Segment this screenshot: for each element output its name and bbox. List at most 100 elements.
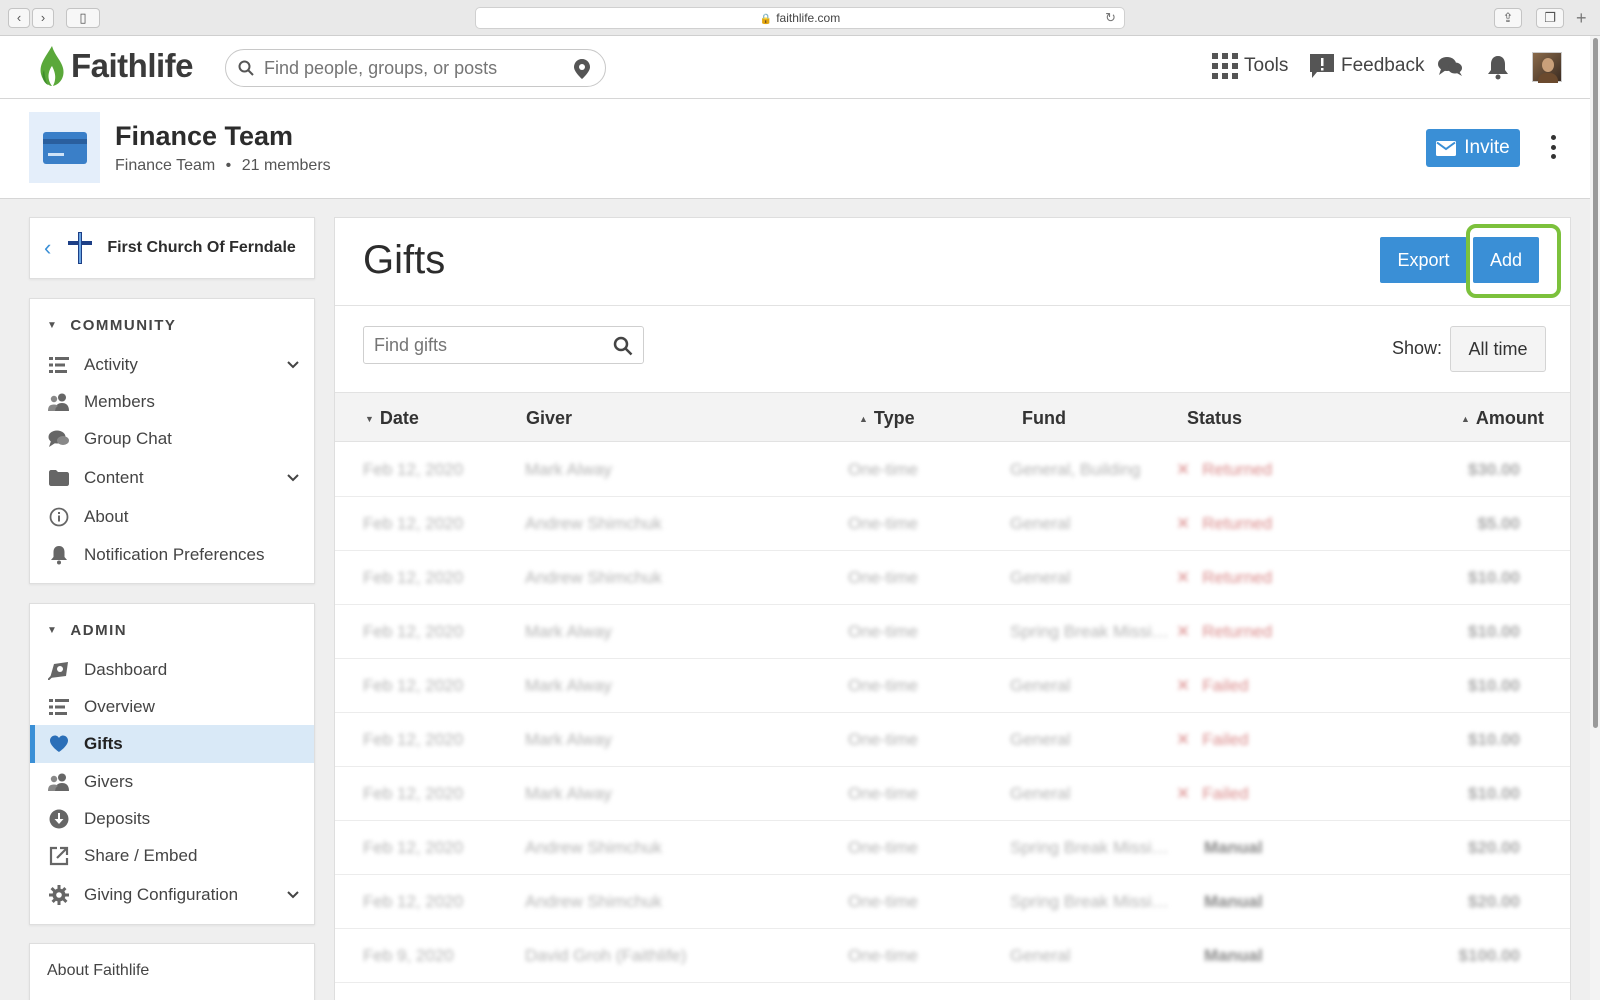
- location-pin-icon[interactable]: [573, 58, 591, 80]
- feedback-label: Feedback: [1341, 55, 1425, 76]
- cell-fund: General: [1010, 676, 1071, 695]
- add-button[interactable]: Add: [1473, 237, 1539, 283]
- cell-type: One-time: [848, 946, 918, 965]
- more-options-icon[interactable]: [1546, 135, 1560, 159]
- cell-amount: $20.00: [1468, 892, 1520, 911]
- search-icon[interactable]: [613, 336, 633, 356]
- forward-arrow-icon[interactable]: ›: [32, 8, 54, 28]
- browser-toolbar: ‹ › ▯ 🔒 faithlife.com ↻ ⇪ ❐ +: [0, 0, 1600, 36]
- dashboard-icon: [48, 660, 70, 680]
- sidebar-item-share-embed[interactable]: Share / Embed: [30, 837, 314, 875]
- find-gifts-input[interactable]: [364, 334, 594, 356]
- member-count[interactable]: 21 members: [242, 157, 331, 174]
- messages-icon[interactable]: [1437, 55, 1463, 79]
- sidebar-item-activity[interactable]: Activity: [30, 346, 314, 384]
- tools-menu[interactable]: Tools: [1212, 53, 1288, 79]
- export-button[interactable]: Export: [1380, 237, 1467, 283]
- back-arrow-icon[interactable]: ‹: [8, 8, 30, 28]
- cell-type: One-time: [848, 838, 918, 857]
- chevron-down-icon[interactable]: [286, 885, 300, 905]
- sidebar-item-gifts[interactable]: Gifts: [30, 725, 314, 763]
- status-text: Returned: [1202, 568, 1273, 587]
- sidebar-item-deposits[interactable]: Deposits: [30, 800, 314, 838]
- sidebar-item-content[interactable]: Content: [30, 459, 314, 497]
- tools-label: Tools: [1244, 55, 1289, 76]
- sidebar-item-dashboard[interactable]: Dashboard: [30, 651, 314, 689]
- table-row[interactable]: Feb 12, 2020 Andrew Shimchuk One-time Gener…: [335, 550, 1570, 605]
- status-text: Failed: [1202, 784, 1249, 803]
- cell-date: Feb 12, 2020: [363, 784, 464, 803]
- column-type[interactable]: ▲ Type: [859, 408, 915, 429]
- user-avatar[interactable]: [1532, 52, 1562, 83]
- column-amount[interactable]: ▲ Amount: [1461, 408, 1544, 429]
- page-scrollbar[interactable]: [1590, 36, 1600, 1000]
- cell-type: One-time: [848, 514, 918, 533]
- sidebar-item-giving-configuration[interactable]: Giving Configuration: [30, 876, 314, 914]
- address-bar[interactable]: 🔒 faithlife.com ↻: [475, 7, 1125, 29]
- faithlife-logo[interactable]: Faithlife: [37, 44, 194, 88]
- sidebar-item-label: Notification Preferences: [84, 545, 265, 564]
- group-name-link[interactable]: Finance Team: [115, 157, 215, 174]
- sidebar-item-label: Overview: [84, 697, 155, 716]
- column-status[interactable]: Status: [1187, 408, 1242, 429]
- table-row[interactable]: Feb 12, 2020 Mark Alway One-time Spring Bre…: [335, 604, 1570, 659]
- share-icon[interactable]: ⇪: [1494, 8, 1522, 28]
- search-input[interactable]: [264, 57, 564, 79]
- cell-amount: $10.00: [1468, 622, 1520, 641]
- about-faithlife-link[interactable]: About Faithlife: [47, 962, 149, 980]
- back-chevron-icon[interactable]: ‹: [44, 235, 51, 261]
- find-gifts-search[interactable]: [363, 326, 644, 364]
- cell-date: Feb 12, 2020: [363, 568, 464, 587]
- chevron-down-icon[interactable]: [286, 468, 300, 488]
- grid-icon: [1212, 53, 1238, 79]
- cell-type: One-time: [848, 622, 918, 641]
- sidebar-item-givers[interactable]: Givers: [30, 763, 314, 801]
- status-text: Manual: [1204, 946, 1263, 965]
- list-icon: [48, 697, 70, 717]
- tabs-icon[interactable]: ❐: [1536, 8, 1564, 28]
- cell-giver: Mark Alway: [525, 784, 612, 803]
- table-row[interactable]: Feb 9, 2020 David Groh (Faithlife) One-tim…: [335, 928, 1570, 983]
- global-search[interactable]: [225, 49, 606, 87]
- cell-type: One-time: [848, 676, 918, 695]
- sidebar-item-members[interactable]: Members: [30, 383, 314, 421]
- table-row[interactable]: Feb 12, 2020 Mark Alway One-time General ✕ Fa…: [335, 658, 1570, 713]
- sidebar-toggle-icon[interactable]: ▯: [66, 8, 100, 28]
- admin-heading: ADMIN: [70, 622, 128, 639]
- time-range-dropdown[interactable]: All time: [1450, 326, 1546, 372]
- sidebar-item-overview[interactable]: Overview: [30, 688, 314, 726]
- x-mark-icon: ✕: [1176, 568, 1191, 587]
- chevron-down-icon[interactable]: [286, 355, 300, 375]
- table-row[interactable]: Feb 12, 2020 Mark Alway One-time General, B…: [335, 442, 1570, 497]
- sidebar-item-label: Gifts: [84, 734, 123, 753]
- cell-giver: Andrew Shimchuk: [525, 892, 663, 911]
- table-row[interactable]: Feb 12, 2020 Andrew Shimchuk One-time Gener…: [335, 496, 1570, 551]
- sidebar-item-about[interactable]: About: [30, 498, 314, 536]
- sidebar-item-notification-preferences[interactable]: Notification Preferences: [30, 536, 314, 574]
- cell-status: Manual: [1204, 946, 1263, 966]
- table-row[interactable]: Feb 12, 2020 Andrew Shimchuk One-time Sprin…: [335, 820, 1570, 875]
- notifications-bell-icon[interactable]: [1487, 54, 1509, 80]
- column-fund[interactable]: Fund: [1022, 408, 1066, 429]
- community-section-toggle[interactable]: ▼ COMMUNITY: [47, 317, 176, 334]
- table-row[interactable]: Feb 12, 2020 Mark Alway One-time General ✕ Fa…: [335, 766, 1570, 821]
- table-row[interactable]: Feb 12, 2020 Andrew Shimchuk One-time Sprin…: [335, 874, 1570, 929]
- table-row[interactable]: Feb 12, 2020 Mark Alway One-time General ✕ Fa…: [335, 712, 1570, 767]
- cell-fund: General, Building: [1010, 460, 1141, 479]
- cell-date: Feb 12, 2020: [363, 622, 464, 641]
- credit-card-icon: [42, 131, 87, 164]
- reload-icon[interactable]: ↻: [1105, 8, 1116, 28]
- sidebar-item-group-chat[interactable]: Group Chat: [30, 420, 314, 458]
- church-card[interactable]: ‹ First Church Of Ferndale: [29, 217, 315, 279]
- new-tab-icon[interactable]: +: [1576, 8, 1587, 29]
- cell-fund: Spring Break Missi…: [1010, 892, 1169, 911]
- cell-fund: Spring Break Missi…: [1010, 622, 1169, 641]
- column-date[interactable]: ▼ Date: [365, 408, 419, 429]
- feedback-menu[interactable]: Feedback: [1309, 53, 1424, 79]
- invite-button[interactable]: Invite: [1426, 129, 1520, 167]
- cell-giver: David Groh (Faithlife): [525, 946, 687, 965]
- admin-section-toggle[interactable]: ▼ ADMIN: [47, 622, 127, 639]
- column-giver[interactable]: Giver: [526, 408, 572, 429]
- group-icon: [29, 112, 100, 183]
- cell-fund: General: [1010, 946, 1071, 965]
